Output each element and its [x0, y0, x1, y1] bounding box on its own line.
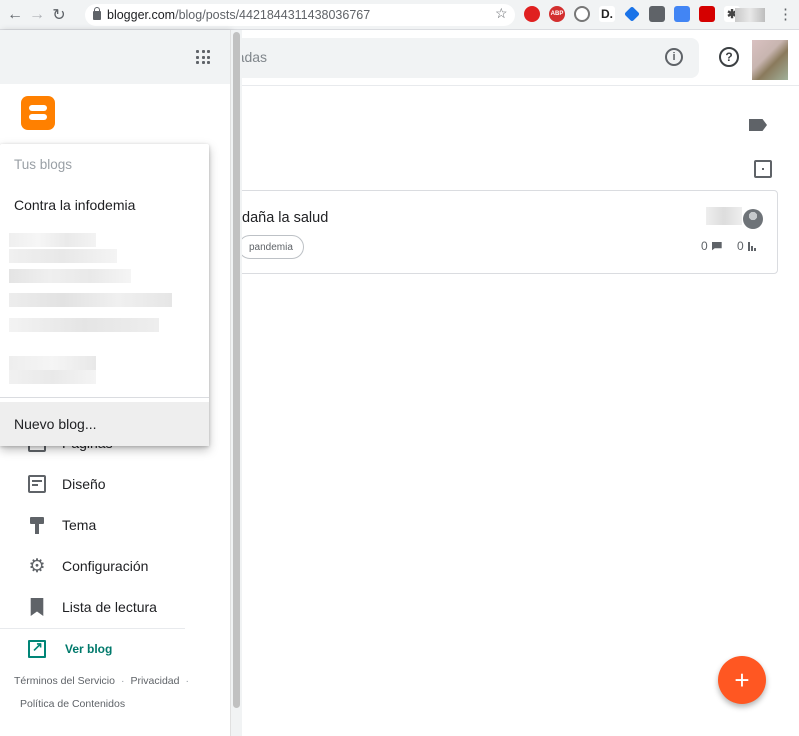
view-count-value: 0: [737, 239, 744, 253]
apps-grid-icon[interactable]: [196, 50, 210, 64]
view-count: 0: [737, 239, 756, 253]
menu-divider: [0, 397, 209, 398]
author-name-blurred: [706, 207, 742, 225]
blurred-blog-item[interactable]: [9, 233, 96, 247]
reload-icon[interactable]: ↻: [48, 4, 70, 26]
help-icon[interactable]: ?: [719, 47, 739, 67]
post-title[interactable]: daña la salud: [242, 210, 328, 226]
bookmark-icon: [30, 598, 44, 616]
theme-icon: [28, 516, 46, 534]
view-blog-link-icon-wrap[interactable]: [28, 639, 46, 658]
terms-link[interactable]: Términos del Servicio: [14, 675, 115, 687]
back-icon[interactable]: ←: [4, 4, 26, 26]
new-blog-menu-item[interactable]: Nuevo blog...: [0, 402, 209, 446]
extension-block-icon[interactable]: [574, 6, 590, 22]
scrollbar-thumb[interactable]: [233, 32, 240, 708]
author-avatar: [743, 209, 763, 229]
sidebar-divider: [0, 628, 185, 629]
sidebar-item-theme[interactable]: Tema: [28, 516, 96, 534]
content-policy-link[interactable]: Política de Contenidos: [20, 698, 125, 710]
label-icon[interactable]: [749, 119, 767, 131]
sidebar-item-settings[interactable]: ⚙ Configuración: [28, 555, 149, 577]
new-post-button[interactable]: +: [718, 656, 766, 704]
footer-links: Términos del Servicio · Privacidad ·: [14, 675, 189, 687]
blurred-blog-item[interactable]: [9, 370, 96, 384]
comment-count-value: 0: [701, 239, 708, 253]
profile-avatar-blurred[interactable]: [735, 8, 765, 22]
blurred-blog-item[interactable]: [9, 356, 96, 370]
select-all-icon[interactable]: [754, 160, 772, 178]
post-list-item[interactable]: [200, 190, 778, 274]
browser-menu-icon[interactable]: ⋮: [778, 5, 793, 23]
blurred-blog-item[interactable]: [9, 318, 159, 332]
your-blogs-heading: Tus blogs: [14, 157, 73, 172]
extension-stop-icon[interactable]: [524, 6, 540, 22]
sidebar-item-label: Diseño: [62, 476, 106, 492]
extension-adblock-icon[interactable]: ABP: [549, 6, 565, 22]
blog-menu-item[interactable]: Contra la infodemia: [14, 197, 135, 213]
forward-icon[interactable]: →: [26, 4, 48, 26]
sidebar-item-label: Tema: [62, 517, 97, 533]
extension-diamond-icon[interactable]: [624, 6, 640, 22]
info-icon[interactable]: i: [665, 48, 683, 66]
post-label-chip[interactable]: pandemia: [238, 235, 304, 259]
blogger-logo-icon: [21, 96, 55, 130]
url-path: /blog/posts/4421844311438036767: [175, 8, 371, 22]
address-bar[interactable]: blogger.com/blog/posts/44218443114380367…: [85, 4, 515, 26]
open-in-new-icon: [28, 639, 46, 658]
bookmark-star-icon[interactable]: ☆: [495, 5, 508, 22]
view-blog-link[interactable]: Ver blog: [65, 642, 112, 656]
blurred-blog-item[interactable]: [9, 293, 172, 307]
stats-bars-icon: [747, 241, 756, 251]
blurred-blog-item[interactable]: [9, 249, 117, 263]
sidebar-item-label: Lista de lectura: [62, 599, 157, 615]
extension-d-icon[interactable]: D.: [599, 6, 615, 22]
extension-square-icon[interactable]: [649, 6, 665, 22]
comment-count: 0: [701, 239, 722, 253]
layout-icon: [28, 475, 46, 493]
sidebar-item-label: Configuración: [62, 558, 149, 574]
extension-pin-icon[interactable]: [699, 6, 715, 22]
blurred-blog-item[interactable]: [9, 269, 131, 283]
url-host: blogger.com: [107, 8, 176, 22]
extensions-bar: ABP D. ✱: [524, 6, 740, 22]
gear-icon: ⚙: [28, 555, 46, 577]
avatar[interactable]: [752, 40, 788, 80]
comment-icon: [711, 241, 722, 251]
sidebar-item-layout[interactable]: Diseño: [28, 475, 106, 493]
privacy-link[interactable]: Privacidad: [130, 675, 179, 687]
sidebar-item-reading-list[interactable]: Lista de lectura: [28, 598, 157, 616]
extension-translate-icon[interactable]: [674, 6, 690, 22]
lock-icon: [93, 6, 101, 20]
